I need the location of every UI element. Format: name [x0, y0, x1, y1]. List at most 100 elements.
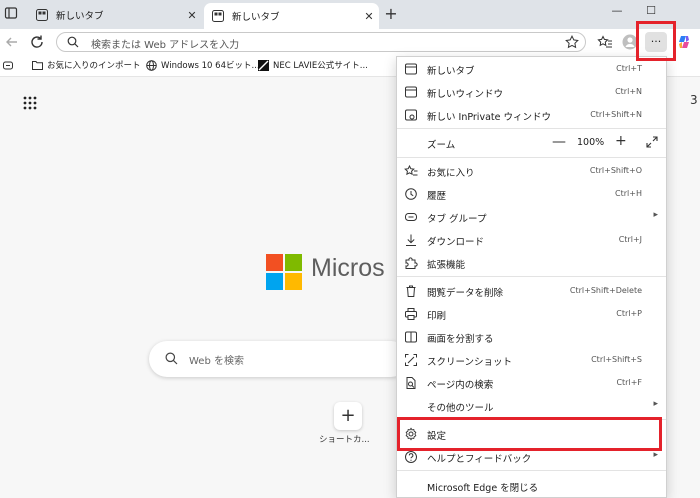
menu-label: ヘルプとフィードバック [427, 454, 532, 465]
add-favorite-star-icon[interactable] [565, 35, 579, 49]
tab-groups-icon [405, 213, 417, 221]
extensions-puzzle-icon [405, 257, 418, 269]
web-search-placeholder: Web を検索 [189, 356, 244, 367]
new-window-icon [405, 86, 417, 98]
menu-separator [397, 157, 666, 158]
search-icon [165, 352, 178, 365]
submenu-arrow-icon: ▸ [653, 399, 658, 409]
menu-item-close-edge[interactable]: Microsoft Edge を閉じる [397, 475, 666, 497]
full-screen-expand-icon[interactable] [646, 136, 658, 148]
menu-item-favorites[interactable]: お気に入り Ctrl+Shift+O [397, 160, 666, 182]
new-tab-favicon-icon [36, 9, 48, 21]
collections-icon[interactable] [3, 61, 13, 70]
bookmark-windows10[interactable]: Windows 10 64ビット... [146, 59, 260, 71]
add-shortcut-button[interactable]: + [334, 402, 362, 430]
menu-label: 印刷 [427, 311, 447, 322]
trash-icon [406, 285, 416, 297]
menu-label: ダウンロード [427, 237, 485, 248]
menu-item-help-feedback[interactable]: ヘルプとフィードバック ▸ [397, 446, 666, 468]
maximize-button[interactable]: ☐ [640, 4, 662, 17]
web-search-box[interactable]: Web を検索 [149, 341, 409, 377]
address-bar[interactable]: 検索または Web アドレスを入力 [56, 32, 586, 52]
menu-item-screenshot[interactable]: スクリーンショット Ctrl+Shift+S [397, 349, 666, 371]
menu-item-tab-groups[interactable]: タブ グループ ▸ [397, 206, 666, 228]
zoom-in-button[interactable]: + [615, 133, 627, 149]
menu-item-print[interactable]: 印刷 Ctrl+P [397, 303, 666, 325]
menu-shortcut: Ctrl+Shift+O [589, 166, 642, 175]
menu-label: 拡張機能 [427, 260, 466, 271]
menu-item-extensions[interactable]: 拡張機能 [397, 252, 666, 274]
minimize-button[interactable]: — [606, 4, 628, 17]
menu-label: 画面を分割する [427, 334, 494, 345]
back-arrow-icon[interactable] [4, 34, 20, 50]
menu-separator [397, 419, 666, 420]
menu-item-find-on-page[interactable]: ページ内の検索 Ctrl+F [397, 372, 666, 394]
toolbar: 検索または Web アドレスを入力 ··· [0, 29, 700, 55]
bookmark-label: お気に入りのインポート [47, 61, 141, 71]
shortcut-label: ショートカ... [319, 435, 370, 445]
menu-shortcut: Ctrl+J [618, 235, 642, 244]
menu-label: 閲覧データを削除 [427, 288, 504, 299]
find-on-page-icon [406, 377, 416, 389]
menu-shortcut: Ctrl+H [615, 189, 642, 198]
new-tab-button[interactable]: + [383, 4, 399, 24]
tab-active[interactable]: 新しいタブ ✕ [204, 3, 379, 29]
menu-label: Microsoft Edge を閉じる [427, 483, 539, 494]
menu-label: タブ グループ [427, 214, 487, 225]
menu-shortcut: Ctrl+Shift+S [591, 355, 642, 364]
menu-label: 新しいウィンドウ [427, 89, 504, 100]
submenu-arrow-icon: ▸ [653, 450, 658, 460]
refresh-icon[interactable] [29, 34, 45, 50]
menu-item-new-window[interactable]: 新しいウィンドウ Ctrl+N [397, 81, 666, 103]
new-tab-icon [405, 63, 417, 75]
menu-item-more-tools[interactable]: その他のツール ▸ [397, 395, 666, 417]
menu-label: 設定 [427, 431, 447, 442]
split-screen-icon [405, 331, 417, 343]
menu-shortcut: Ctrl+T [616, 64, 642, 73]
menu-separator [397, 276, 666, 277]
bookmark-label: Windows 10 64ビット... [161, 61, 260, 71]
menu-separator [397, 128, 666, 129]
copilot-icon[interactable] [676, 34, 692, 50]
menu-label: 新しい InPrivate ウィンドウ [427, 112, 551, 123]
download-icon [406, 234, 416, 246]
menu-label: スクリーンショット [427, 357, 513, 368]
menu-label: 履歴 [427, 191, 447, 202]
inprivate-window-icon [405, 109, 417, 121]
menu-item-settings[interactable]: 設定 [397, 423, 666, 445]
submenu-arrow-icon: ▸ [653, 210, 658, 220]
bookmark-nec-lavie[interactable]: NEC LAVIE公式サイト... [258, 59, 368, 71]
tab-close-icon[interactable]: ✕ [359, 10, 379, 23]
history-icon [405, 188, 417, 200]
globe-icon [146, 59, 157, 71]
tab-label: 新しいタブ [232, 12, 280, 23]
menu-item-split-screen[interactable]: 画面を分割する [397, 326, 666, 348]
tab-inactive[interactable]: 新しいタブ ✕ [28, 2, 202, 28]
menu-item-zoom: ズーム — 100% + [397, 132, 666, 154]
bookmark-label: NEC LAVIE公式サイト... [273, 61, 368, 71]
zoom-out-button[interactable]: — [552, 134, 566, 150]
favorites-icon[interactable] [597, 34, 613, 50]
profile-avatar-icon[interactable] [622, 34, 638, 50]
menu-item-new-tab[interactable]: 新しいタブ Ctrl+T [397, 58, 666, 80]
favorites-icon [404, 164, 418, 176]
menu-shortcut: Ctrl+N [615, 87, 642, 96]
menu-item-history[interactable]: 履歴 Ctrl+H [397, 183, 666, 205]
settings-and-more-button[interactable]: ··· [645, 32, 667, 52]
search-icon [67, 36, 79, 48]
screenshot-icon [405, 354, 417, 366]
tab-strip: 新しいタブ ✕ 新しいタブ ✕ + — ☐ [0, 0, 700, 29]
menu-item-inprivate[interactable]: 新しい InPrivate ウィンドウ Ctrl+Shift+N [397, 104, 666, 126]
app-launcher-grid-icon[interactable] [23, 96, 37, 110]
menu-shortcut: Ctrl+P [616, 309, 642, 318]
menu-item-downloads[interactable]: ダウンロード Ctrl+J [397, 229, 666, 251]
menu-label: ズーム [427, 140, 456, 151]
tab-close-icon[interactable]: ✕ [182, 9, 202, 22]
bookmark-import-favorites[interactable]: お気に入りのインポート [32, 59, 141, 71]
menu-item-clear-browsing-data[interactable]: 閲覧データを削除 Ctrl+Shift+Delete [397, 280, 666, 302]
tab-actions-icon[interactable] [4, 6, 18, 20]
microsoft-brand-text: Micros [311, 254, 385, 282]
menu-separator [397, 470, 666, 471]
menu-shortcut: Ctrl+F [616, 378, 642, 387]
print-icon [405, 308, 417, 320]
